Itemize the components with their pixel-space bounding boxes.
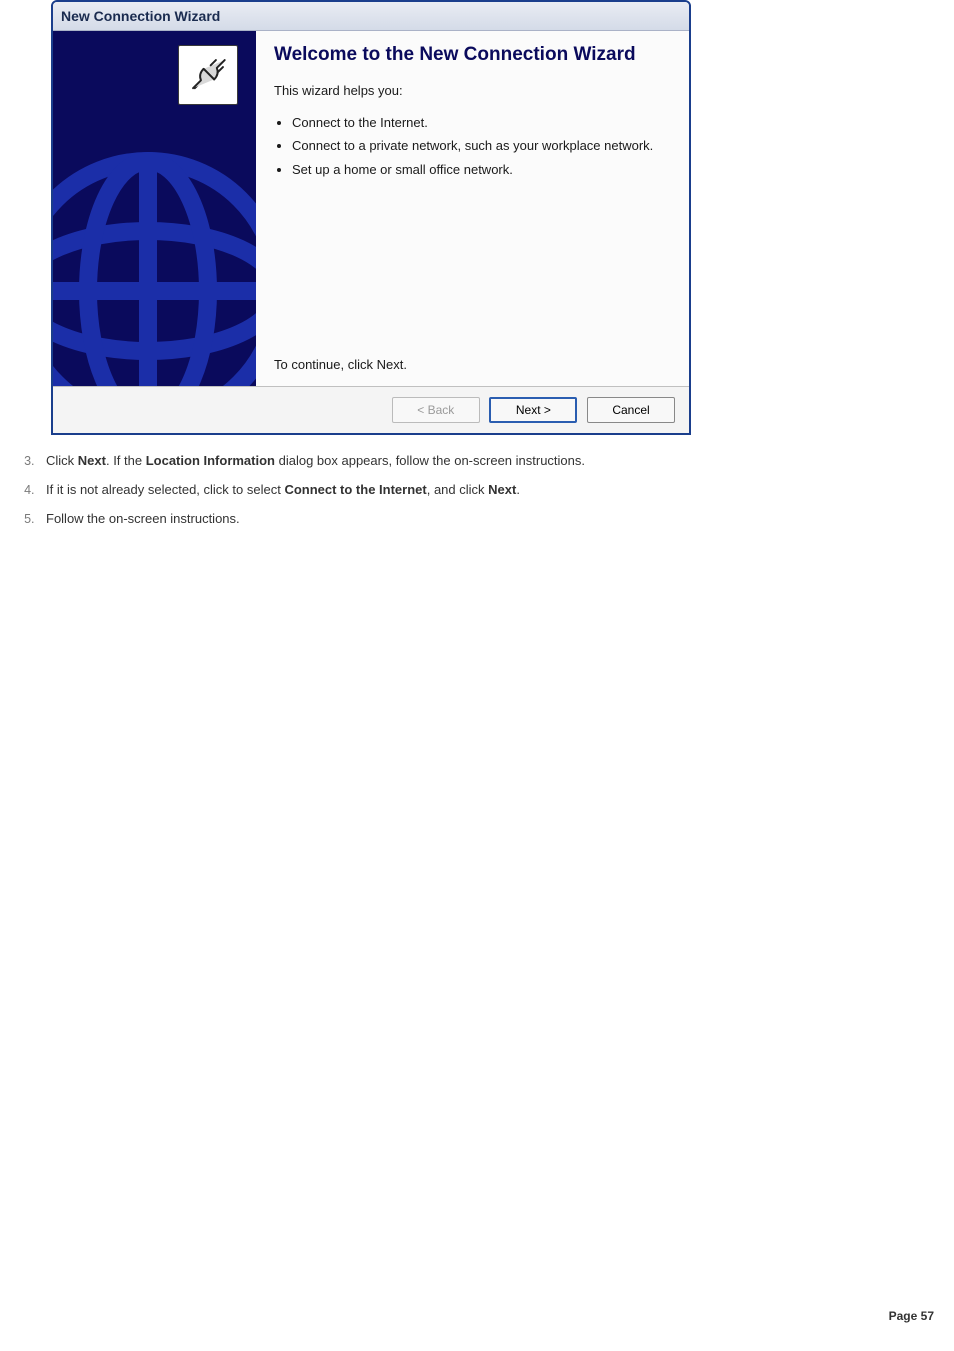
wizard-sidebar (53, 31, 256, 386)
new-connection-wizard-dialog: New Connection Wizard (51, 0, 691, 435)
wizard-content: Welcome to the New Connection Wizard Thi… (256, 31, 689, 386)
wizard-bullet: Set up a home or small office network. (292, 161, 671, 179)
instruction-item: Follow the on-screen instructions. (38, 511, 944, 526)
back-button: < Back (392, 397, 480, 423)
instruction-list: Click Next. If the Location Information … (10, 453, 944, 526)
dialog-body: Welcome to the New Connection Wizard Thi… (53, 31, 689, 386)
wizard-continue-text: To continue, click Next. (274, 357, 671, 372)
wizard-icon-box (178, 45, 238, 105)
wizard-bullet: Connect to the Internet. (292, 114, 671, 132)
instruction-item: Click Next. If the Location Information … (38, 453, 944, 468)
connection-plug-icon (186, 53, 230, 97)
dialog-titlebar[interactable]: New Connection Wizard (53, 2, 689, 31)
dialog-title: New Connection Wizard (61, 8, 220, 24)
dialog-button-row: < Back Next > Cancel (53, 386, 689, 433)
page-number: Page 57 (889, 1309, 934, 1323)
instruction-text: Click Next. If the Location Information … (46, 453, 585, 468)
instruction-text: If it is not already selected, click to … (46, 482, 520, 497)
instruction-text: Follow the on-screen instructions. (46, 511, 240, 526)
wizard-bullet-list: Connect to the Internet. Connect to a pr… (276, 108, 671, 185)
cancel-button[interactable]: Cancel (587, 397, 675, 423)
wizard-bullet: Connect to a private network, such as yo… (292, 137, 671, 155)
wizard-heading: Welcome to the New Connection Wizard (274, 43, 671, 67)
next-button[interactable]: Next > (489, 397, 577, 423)
wizard-intro: This wizard helps you: (274, 83, 671, 98)
globe-graphic (53, 141, 256, 386)
instruction-item: If it is not already selected, click to … (38, 482, 944, 497)
